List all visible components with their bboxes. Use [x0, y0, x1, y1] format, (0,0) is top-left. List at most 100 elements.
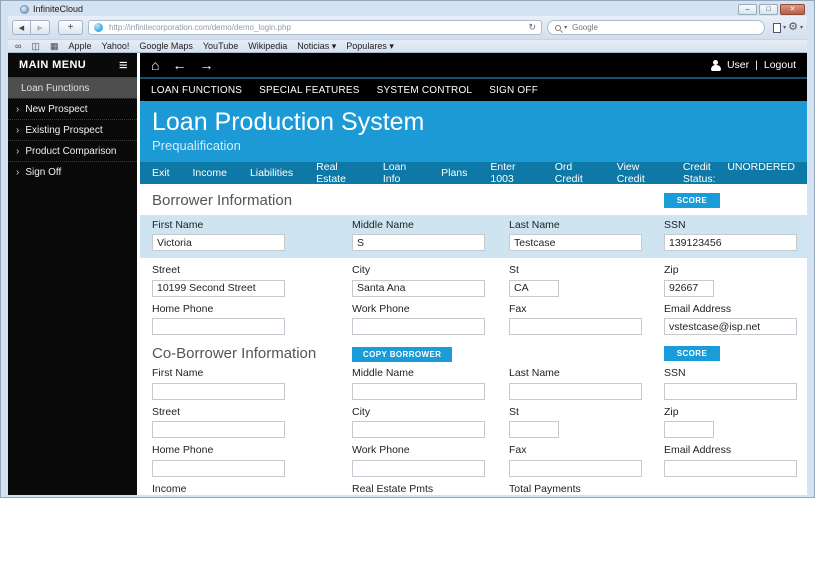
- borrower-work-phone-input[interactable]: [352, 318, 485, 335]
- page-actions-icon[interactable]: [773, 23, 781, 33]
- borrower-state-input[interactable]: [509, 280, 559, 297]
- search-icon: [555, 25, 561, 31]
- nav-system-control[interactable]: SYSTEM CONTROL: [377, 85, 473, 96]
- reload-icon[interactable]: ↻: [529, 23, 537, 32]
- top-sites-icon[interactable]: ▦: [50, 42, 59, 51]
- borrower-city-input[interactable]: [352, 280, 485, 297]
- page-header: Loan Production System Prequalification: [140, 101, 807, 162]
- sidebar-item-loan-functions[interactable]: Loan Functions: [8, 77, 137, 98]
- browser-toolbar: ◀ ▶ + ↻ ▾ ▾ ⚙ ▾: [8, 16, 807, 39]
- coborrower-heading: Co-Borrower Information: [152, 345, 352, 362]
- tab-real-estate[interactable]: Real Estate: [316, 161, 360, 185]
- coborrower-last-name-input[interactable]: [509, 383, 642, 400]
- chevron-right-icon: ›: [16, 125, 19, 136]
- tab-liabilities[interactable]: Liabilities: [250, 167, 293, 179]
- borrower-address-row: Street City St Zip: [152, 264, 795, 297]
- borrower-home-phone-input[interactable]: [152, 318, 285, 335]
- nav-sign-off[interactable]: SIGN OFF: [489, 85, 538, 96]
- coborrower-fax-input[interactable]: [509, 460, 642, 477]
- borrower-score-button[interactable]: SCORE: [664, 193, 720, 208]
- borrower-ssn-input[interactable]: [664, 234, 797, 251]
- close-button[interactable]: ✕: [780, 4, 805, 15]
- last-name-label: Last Name: [509, 367, 664, 379]
- back-arrow-icon[interactable]: ←: [172, 58, 186, 72]
- borrower-street-input[interactable]: [152, 280, 285, 297]
- coborrower-score-button[interactable]: SCORE: [664, 346, 720, 361]
- borrower-fax-input[interactable]: [509, 318, 642, 335]
- tab-income[interactable]: Income: [193, 167, 227, 179]
- address-bar[interactable]: ↻: [88, 20, 542, 35]
- gear-caret-icon[interactable]: ▾: [800, 25, 803, 31]
- user-separator: |: [755, 59, 758, 71]
- bookmark-youtube[interactable]: YouTube: [203, 41, 238, 51]
- coborrower-city-input[interactable]: [352, 421, 485, 438]
- minimize-button[interactable]: –: [738, 4, 757, 15]
- home-phone-label: Home Phone: [152, 444, 352, 456]
- tab-exit[interactable]: Exit: [152, 167, 170, 179]
- coborrower-middle-name-input[interactable]: [352, 383, 485, 400]
- copy-borrower-button[interactable]: COPY BORROWER: [352, 347, 452, 362]
- bookmark-google-maps[interactable]: Google Maps: [139, 41, 193, 51]
- coborrower-state-input[interactable]: [509, 421, 559, 438]
- middle-name-label: Middle Name: [352, 219, 509, 231]
- tab-enter-1003[interactable]: Enter 1003: [490, 161, 531, 185]
- nav-loan-functions[interactable]: LOAN FUNCTIONS: [151, 85, 242, 96]
- coborrower-name-row: First Name Middle Name Last Name SSN: [152, 367, 795, 400]
- back-button[interactable]: ◀: [12, 20, 31, 35]
- page-title: Loan Production System: [152, 108, 795, 137]
- home-icon[interactable]: ⌂: [151, 58, 159, 72]
- forward-button[interactable]: ▶: [31, 20, 50, 35]
- tab-view-credit[interactable]: View Credit: [617, 161, 660, 185]
- street-label: Street: [152, 264, 352, 276]
- bookmark-populares[interactable]: Populares ▾: [346, 41, 394, 52]
- sidebar-item-product-comparison[interactable]: › Product Comparison: [8, 140, 137, 161]
- coborrower-ssn-input[interactable]: [664, 383, 797, 400]
- reading-list-icon[interactable]: ∞: [15, 42, 21, 51]
- tab-ord-credit[interactable]: Ord Credit: [555, 161, 594, 185]
- sidebar-item-new-prospect[interactable]: › New Prospect: [8, 98, 137, 119]
- bookmark-yahoo[interactable]: Yahoo!: [101, 41, 129, 51]
- gear-icon[interactable]: ⚙: [788, 22, 798, 33]
- tab-plans[interactable]: Plans: [441, 167, 467, 179]
- bookmark-noticias[interactable]: Noticias ▾: [297, 41, 336, 52]
- book-icon[interactable]: ◫: [31, 42, 40, 51]
- coborrower-street-input[interactable]: [152, 421, 285, 438]
- coborrower-zip-input[interactable]: [664, 421, 714, 438]
- borrower-contact-row: Home Phone Work Phone Fax Email Address: [152, 303, 795, 336]
- coborrower-first-name-input[interactable]: [152, 383, 285, 400]
- chevron-right-icon: ›: [16, 104, 19, 115]
- coborrower-section-header: Co-Borrower Information COPY BORROWER SC…: [152, 344, 795, 362]
- sidebar-item-sign-off[interactable]: › Sign Off: [8, 161, 137, 182]
- borrower-middle-name-input[interactable]: [352, 234, 485, 251]
- credit-status-label: Credit Status:: [683, 161, 719, 185]
- search-bar[interactable]: ▾: [547, 20, 765, 35]
- first-name-label: First Name: [152, 367, 352, 379]
- borrower-zip-input[interactable]: [664, 280, 714, 297]
- maximize-button[interactable]: □: [759, 4, 778, 15]
- nav-special-features[interactable]: SPECIAL FEATURES: [259, 85, 359, 96]
- fax-label: Fax: [509, 444, 664, 456]
- window-title: InfiniteCloud: [33, 4, 83, 14]
- bookmark-wikipedia[interactable]: Wikipedia: [248, 41, 287, 51]
- url-input[interactable]: [107, 22, 525, 33]
- search-input[interactable]: [570, 22, 757, 33]
- borrower-first-name-input[interactable]: [152, 234, 285, 251]
- sidebar-item-existing-prospect[interactable]: › Existing Prospect: [8, 119, 137, 140]
- new-tab-button[interactable]: +: [58, 20, 83, 35]
- borrower-name-band: First Name Middle Name Last Name SS: [140, 215, 807, 259]
- income-label: Income: [152, 483, 352, 495]
- coborrower-home-phone-input[interactable]: [152, 460, 285, 477]
- coborrower-work-phone-input[interactable]: [352, 460, 485, 477]
- bookmark-apple[interactable]: Apple: [68, 41, 91, 51]
- logout-link[interactable]: Logout: [764, 59, 796, 71]
- user-link[interactable]: User: [727, 59, 749, 71]
- hamburger-icon[interactable]: ≡: [119, 58, 128, 73]
- coborrower-email-input[interactable]: [664, 460, 797, 477]
- borrower-email-input[interactable]: [664, 318, 797, 335]
- forward-arrow-icon[interactable]: →: [199, 58, 213, 72]
- tab-loan-info[interactable]: Loan Info: [383, 161, 418, 185]
- page-actions-caret-icon[interactable]: ▾: [783, 25, 786, 31]
- web-page: MAIN MENU ≡ Loan Functions › New Prospec…: [8, 53, 807, 495]
- search-caret-icon[interactable]: ▾: [564, 25, 567, 31]
- borrower-last-name-input[interactable]: [509, 234, 642, 251]
